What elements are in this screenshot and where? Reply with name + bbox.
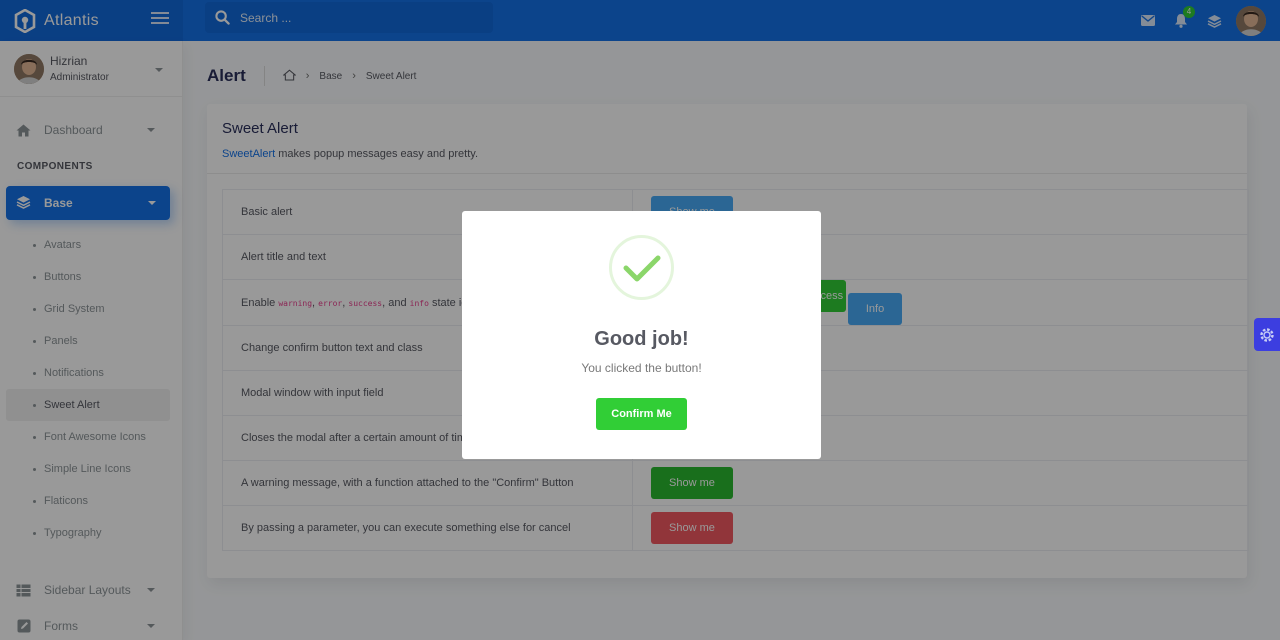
modal-text: You clicked the button!	[581, 361, 702, 375]
settings-gear-icon[interactable]	[1254, 318, 1280, 351]
success-check-icon	[609, 235, 674, 300]
confirm-button[interactable]: Confirm Me	[596, 398, 687, 430]
modal-title: Good job!	[594, 328, 689, 350]
sweet-alert-modal: Good job! You clicked the button! Confir…	[462, 211, 821, 459]
